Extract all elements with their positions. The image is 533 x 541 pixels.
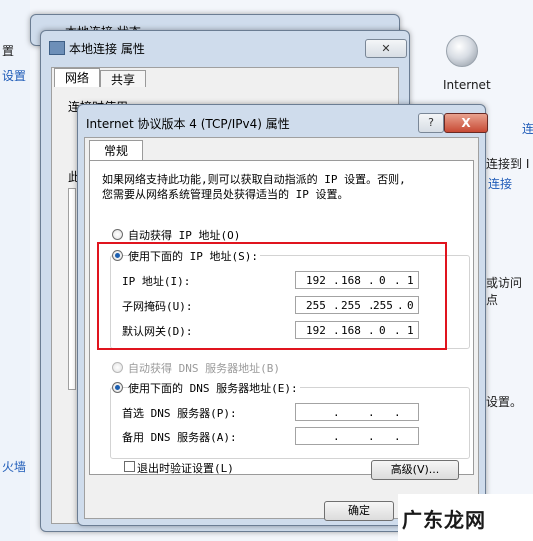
connect-to-text: 连接到 I — [486, 157, 530, 171]
internet-label: Internet — [443, 78, 491, 92]
watermark-text: 广东龙网 — [402, 508, 486, 532]
preferred-dns-field[interactable]: ... — [295, 403, 419, 421]
tab-general[interactable]: 常规 — [89, 140, 143, 161]
close-icon: X — [461, 116, 471, 130]
ok-button[interactable]: 确定 — [324, 501, 394, 521]
auto-ip-radio[interactable] — [112, 229, 123, 240]
component-list[interactable] — [68, 188, 76, 390]
auto-ip-label[interactable]: 自动获得 IP 地址(O) — [128, 227, 240, 243]
sidebar-link-settings[interactable]: 设置 — [2, 67, 26, 84]
help-icon: ? — [428, 116, 434, 129]
advanced-button[interactable]: 高级(V)... — [371, 460, 459, 480]
validate-label[interactable]: 退出时验证设置(L) — [137, 460, 234, 476]
properties-window-title: 本地连接 属性 — [69, 42, 145, 56]
network-adapter-icon — [49, 41, 65, 55]
watermark-area: 广东龙网 — [398, 494, 533, 541]
dialog-close-button[interactable]: X — [444, 113, 488, 133]
manual-dns-radio[interactable] — [112, 382, 123, 393]
ip-settings-highlight-box — [97, 242, 447, 350]
sidebar-link-firewall[interactable]: 火墙 — [2, 458, 26, 475]
description-line-1: 如果网络支持此功能,则可以获取自动指派的 IP 设置。否则, — [102, 173, 406, 186]
settings-text: 设置。 — [486, 395, 523, 409]
connect-link[interactable]: 连接 — [488, 175, 512, 192]
alternate-dns-label: 备用 DNS 服务器(A): — [122, 431, 237, 444]
access-point-text: 或访问点 — [486, 276, 523, 307]
internet-globe-icon — [446, 35, 478, 67]
help-button[interactable]: ? — [418, 113, 444, 133]
sidebar-text-1: 置 — [2, 44, 15, 58]
dns-group — [110, 387, 470, 459]
tab-sharing[interactable]: 共享 — [100, 70, 146, 87]
validate-checkbox[interactable] — [124, 461, 135, 472]
auto-dns-label[interactable]: 自动获得 DNS 服务器地址(B) — [128, 360, 280, 376]
auto-dns-radio[interactable] — [112, 362, 123, 373]
preferred-dns-label: 首选 DNS 服务器(P): — [122, 407, 237, 420]
description-line-2: 您需要从网络系统管理员处获得适当的 IP 设置。 — [102, 188, 349, 201]
properties-close-button[interactable]: ✕ — [365, 39, 407, 58]
tab-network[interactable]: 网络 — [54, 68, 100, 87]
manual-dns-label[interactable]: 使用下面的 DNS 服务器地址(E): — [128, 380, 300, 396]
connect-link-top[interactable]: 连 — [522, 120, 533, 137]
alternate-dns-field[interactable]: ... — [295, 427, 419, 445]
dialog-title: Internet 协议版本 4 (TCP/IPv4) 属性 — [86, 117, 290, 131]
